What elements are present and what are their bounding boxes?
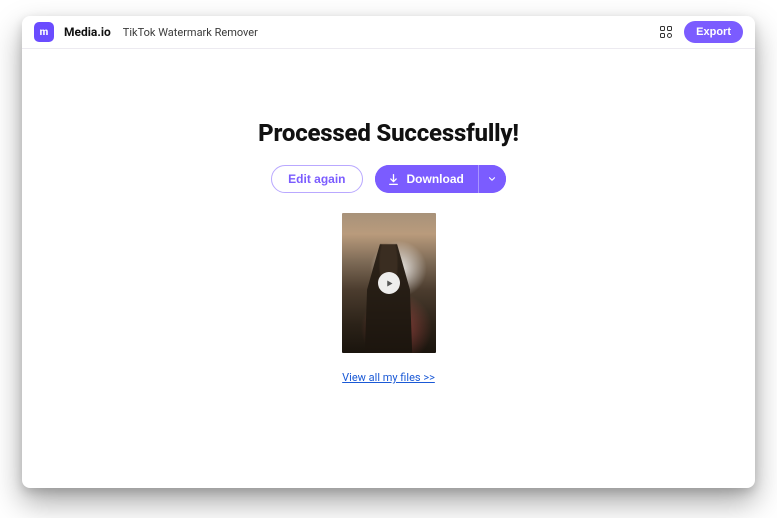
view-all-files-link[interactable]: View all my files >> <box>342 371 435 384</box>
download-options-button[interactable] <box>478 165 506 193</box>
download-label: Download <box>407 172 464 186</box>
download-icon <box>387 173 400 186</box>
export-button[interactable]: Export <box>684 21 743 43</box>
logo-icon: m <box>34 22 54 42</box>
main-content: Processed Successfully! Edit again Downl… <box>22 49 755 488</box>
page-title: TikTok Watermark Remover <box>123 26 258 39</box>
apps-grid-icon[interactable] <box>658 24 674 40</box>
edit-again-button[interactable]: Edit again <box>271 165 362 193</box>
app-window: m Media.io TikTok Watermark Remover Expo… <box>22 16 755 488</box>
download-button[interactable]: Download <box>375 165 478 193</box>
video-preview-thumbnail[interactable] <box>342 213 436 353</box>
chevron-down-icon <box>487 174 497 184</box>
brand-name: Media.io <box>64 25 111 39</box>
download-button-group: Download <box>375 165 506 193</box>
play-icon <box>385 279 394 288</box>
logo-letter: m <box>40 27 49 38</box>
play-badge <box>378 272 400 294</box>
action-row: Edit again Download <box>271 165 506 193</box>
success-title: Processed Successfully! <box>258 119 519 147</box>
app-header: m Media.io TikTok Watermark Remover Expo… <box>22 16 755 49</box>
